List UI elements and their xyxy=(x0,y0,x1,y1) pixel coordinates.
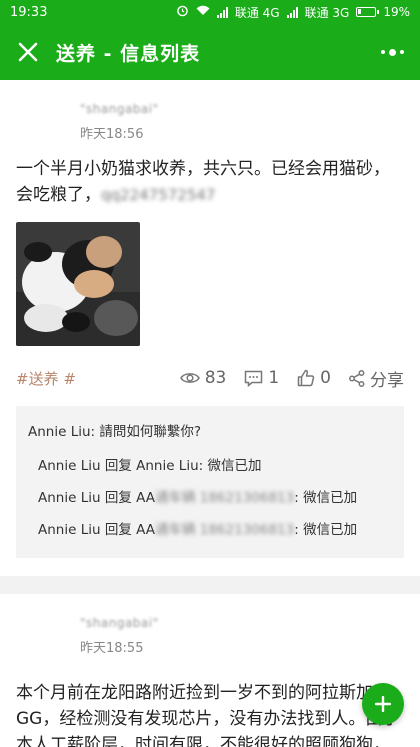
thumbs-up-icon xyxy=(297,369,315,387)
kitten-photo xyxy=(16,222,140,346)
app-bar: 送养 - 信息列表 xyxy=(0,24,420,80)
signal-icon xyxy=(216,6,228,18)
close-icon xyxy=(18,42,38,62)
comment-icon xyxy=(245,370,263,387)
post-card[interactable]: "shangabai" 昨天18:55 本个月前在龙阳路附近捡到一岁不到的阿拉斯… xyxy=(0,594,420,747)
post-header: "shangabai" 昨天18:56 xyxy=(0,80,420,144)
comment-reply[interactable]: Annie Liu 回复 AA通车辆 18621306813: 微信已加 xyxy=(28,514,392,546)
battery-icon xyxy=(356,7,380,17)
signal-icon xyxy=(286,6,298,18)
post-text: 本个月前在龙阳路附近捡到一岁不到的阿拉斯加GG，经检测没有发现芯片，没有办法找到… xyxy=(16,683,400,747)
reply-prefix: Annie Liu 回复 AA xyxy=(38,522,155,538)
post-time: 昨天18:56 xyxy=(80,127,144,142)
reply-prefix: Annie Liu 回复 AA xyxy=(38,490,155,506)
reply-text: : 微信已加 xyxy=(294,490,358,506)
comments-count: 1 xyxy=(268,368,280,388)
post-divider xyxy=(0,576,420,594)
wifi-icon xyxy=(196,5,210,19)
status-bar: 19:33 联通 4G 联通 3G 19% xyxy=(0,0,420,24)
reply-text: : 微信已加 xyxy=(294,522,358,538)
more-dots-icon xyxy=(380,48,404,56)
reply-text: 微信已加 xyxy=(207,458,262,474)
comment-list: Annie Liu: 請問如何聯繫你? Annie Liu 回复 Annie L… xyxy=(16,406,404,558)
carrier-2: 联通 3G xyxy=(304,5,350,20)
battery-level: 19% xyxy=(383,5,410,19)
status-time: 19:33 xyxy=(10,4,48,20)
post-tag[interactable]: #送养 # xyxy=(16,368,162,389)
eye-icon xyxy=(179,373,200,383)
comment-button[interactable]: 1 xyxy=(244,368,279,388)
post-username[interactable]: "shangabai" xyxy=(80,616,159,630)
post-content: 本个月前在龙阳路附近捡到一岁不到的阿拉斯加GG，经检测没有发现芯片，没有办法找到… xyxy=(0,658,420,747)
add-post-button[interactable] xyxy=(362,683,404,725)
reply-prefix: Annie Liu 回复 Annie Liu: xyxy=(38,458,208,474)
carrier-1: 联通 4G xyxy=(234,5,280,20)
like-button[interactable]: 0 xyxy=(297,368,331,388)
views-count: 83 xyxy=(204,368,227,388)
post-username[interactable]: "shangabai" xyxy=(80,102,159,116)
comment-item[interactable]: Annie Liu: 請問如何聯繫你? xyxy=(28,416,392,450)
plus-icon xyxy=(375,696,391,712)
post-meta: #送养 # 83 1 0 分享 xyxy=(0,350,420,406)
share-button[interactable]: 分享 xyxy=(349,366,404,391)
post-contact: qq2247572547 xyxy=(101,186,216,204)
share-icon xyxy=(349,369,365,387)
post-content: 一个半月小奶猫求收养，共六只。已经会用猫砂，会吃粮了，qq2247572547 xyxy=(0,144,420,208)
share-label: 分享 xyxy=(370,370,404,391)
post-photo[interactable] xyxy=(16,222,140,346)
page-title: 送养 - 信息列表 xyxy=(56,42,201,65)
post-time: 昨天18:55 xyxy=(80,641,144,656)
comment-reply[interactable]: Annie Liu 回复 AA通车辆 18621306813: 微信已加 xyxy=(28,482,392,514)
close-button[interactable] xyxy=(0,24,56,80)
alarm-icon xyxy=(176,4,189,20)
post-card[interactable]: "shangabai" 昨天18:56 一个半月小奶猫求收养，共六只。已经会用猫… xyxy=(0,80,420,576)
reply-blurred-name: 通车辆 18621306813 xyxy=(154,490,295,506)
comment-reply[interactable]: Annie Liu 回复 Annie Liu: 微信已加 xyxy=(28,450,392,482)
status-icons: 联通 4G 联通 3G 19% xyxy=(176,4,410,21)
likes-count: 0 xyxy=(320,368,331,388)
post-feed: "shangabai" 昨天18:56 一个半月小奶猫求收养，共六只。已经会用猫… xyxy=(0,80,420,747)
reply-blurred-name: 通车辆 18621306813 xyxy=(154,522,295,538)
views-stat: 83 xyxy=(179,368,227,388)
post-header: "shangabai" 昨天18:55 xyxy=(0,594,420,658)
more-button[interactable] xyxy=(364,24,420,80)
